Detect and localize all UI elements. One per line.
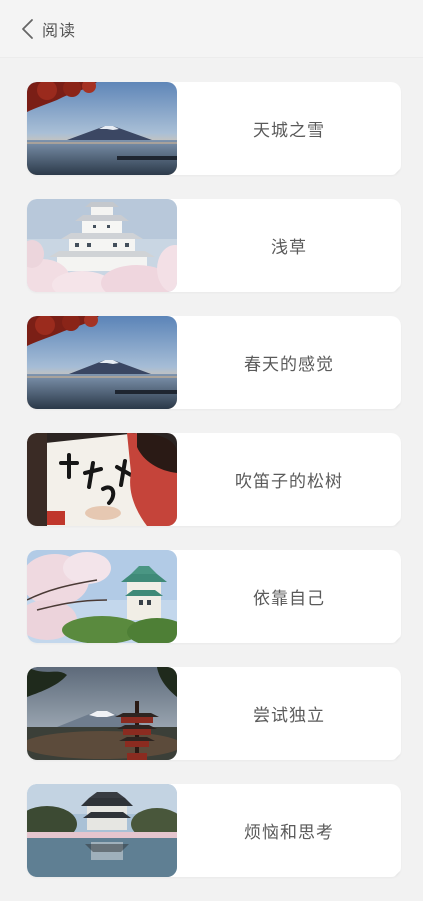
article-thumbnail: [27, 550, 177, 643]
back-label: 阅读: [42, 20, 77, 40]
list-item[interactable]: 尝试独立: [27, 667, 401, 760]
article-thumbnail: [27, 667, 177, 760]
app-header: 阅读: [0, 0, 423, 58]
article-thumbnail: [27, 433, 177, 526]
article-title: 尝试独立: [253, 706, 325, 726]
list-item[interactable]: 春天的感觉: [27, 316, 401, 409]
article-title: 依靠自己: [253, 589, 325, 609]
list-item[interactable]: 依靠自己: [27, 550, 401, 643]
article-title: 春天的感觉: [244, 355, 334, 375]
article-title: 烦恼和思考: [244, 823, 334, 843]
list-item[interactable]: 天城之雪: [27, 82, 401, 175]
chevron-left-icon: [22, 18, 33, 39]
list-item[interactable]: 烦恼和思考: [27, 784, 401, 877]
back-button[interactable]: 阅读: [20, 9, 76, 49]
article-title: 浅草: [271, 238, 307, 258]
article-title: 天城之雪: [253, 121, 325, 141]
article-thumbnail: [27, 316, 177, 409]
list-item[interactable]: 浅草: [27, 199, 401, 292]
article-thumbnail: [27, 82, 177, 175]
list-item[interactable]: 吹笛子的松树: [27, 433, 401, 526]
article-thumbnail: [27, 784, 177, 877]
article-title: 吹笛子的松树: [235, 472, 343, 492]
article-thumbnail: [27, 199, 177, 292]
article-list: 天城之雪 浅草 春天的感觉 吹笛子的松树 依靠自己 尝试独立 烦恼和思考: [27, 82, 401, 901]
